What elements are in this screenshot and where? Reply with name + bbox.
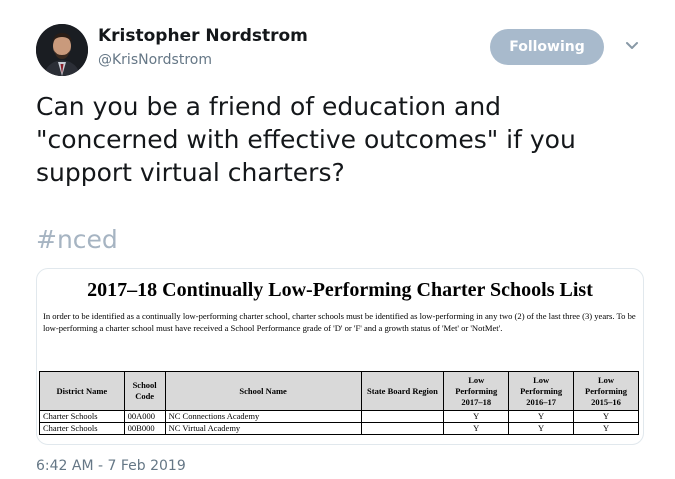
table-row: Charter Schools 00A000 NC Connections Ac…: [39, 410, 639, 423]
table-cell: Y: [508, 422, 575, 435]
table-cell: Charter Schools: [39, 422, 125, 435]
table-cell: Y: [508, 410, 575, 423]
column-header: Low Performing 2016–17: [508, 371, 575, 411]
tweet-text: Can you be a friend of education and "co…: [36, 92, 576, 187]
table-cell: [360, 410, 445, 423]
document-paragraph: In order to be identified as a continual…: [43, 311, 636, 333]
table-cell: 00A000: [123, 410, 166, 423]
hashtag-link[interactable]: #nced: [36, 225, 118, 254]
table-cell: Y: [573, 422, 639, 435]
table-cell: Y: [573, 410, 639, 423]
author-name[interactable]: Kristopher Nordstrom: [98, 26, 308, 46]
column-header: Low Performing 2015–16: [573, 371, 639, 411]
document-title: 2017–18 Continually Low-Performing Chart…: [87, 279, 593, 301]
chevron-down-icon[interactable]: [624, 38, 640, 52]
column-header: District Name: [39, 371, 125, 411]
table-cell: 00B000: [123, 422, 166, 435]
column-header: Low Performing 2017–18: [443, 371, 510, 411]
column-header: School Name: [164, 371, 362, 411]
column-header: State Board Region: [360, 371, 445, 411]
following-button[interactable]: Following: [490, 29, 604, 65]
table-row: Charter Schools 00B000 NC Virtual Academ…: [39, 422, 639, 435]
table-cell: NC Connections Academy: [164, 410, 362, 423]
tweet-timestamp[interactable]: 6:42 AM - 7 Feb 2019: [36, 458, 186, 474]
table-cell: Y: [443, 410, 510, 423]
avatar[interactable]: [36, 24, 88, 76]
attached-image[interactable]: 2017–18 Continually Low-Performing Chart…: [36, 268, 644, 445]
table-cell: [360, 422, 445, 435]
schools-table: District Name School Code School Name St…: [39, 371, 639, 435]
table-header-row: District Name School Code School Name St…: [39, 371, 639, 411]
author-handle[interactable]: @KrisNordstrom: [98, 52, 212, 68]
table-cell: Charter Schools: [39, 410, 125, 423]
table-cell: Y: [443, 422, 510, 435]
column-header: School Code: [123, 371, 166, 411]
table-cell: NC Virtual Academy: [164, 422, 362, 435]
